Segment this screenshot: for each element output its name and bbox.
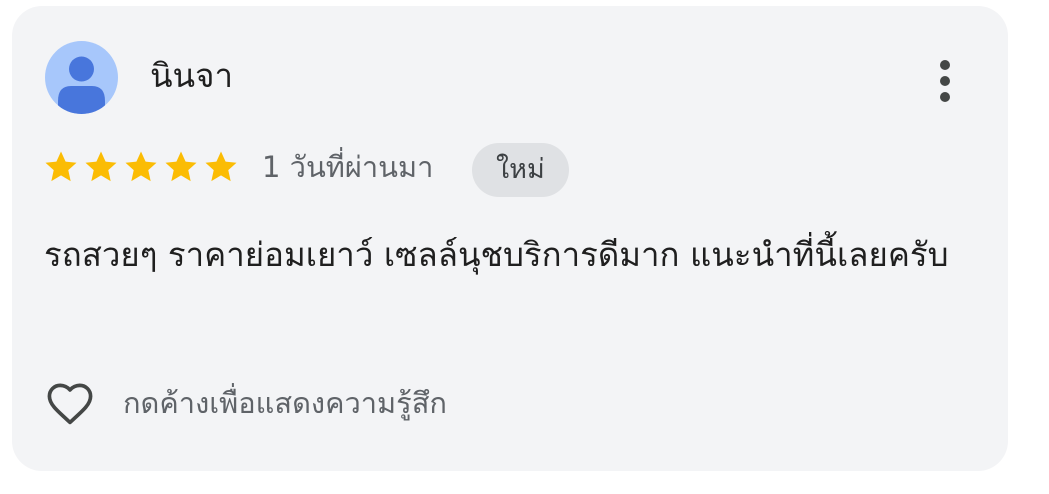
star-icon	[165, 151, 197, 182]
heart-outline-icon	[47, 383, 93, 425]
review-card: นินจา 1 วันที่ผ่านมา ใหม่ รถสวยๆ ราคาย่อ…	[12, 6, 1008, 471]
more-vertical-icon	[940, 60, 950, 102]
review-text: รถสวยๆ ราคาย่อมเยาว์ เซลล์นุชบริการดีมาก…	[44, 235, 949, 274]
star-icon	[205, 151, 237, 182]
star-icon	[45, 151, 77, 182]
review-time: 1 วันที่ผ่านมา	[262, 150, 434, 184]
new-badge: ใหม่	[472, 143, 569, 197]
star-icon	[85, 151, 117, 182]
react-hint[interactable]: กดค้างเพื่อแสดงความรู้สึก	[123, 381, 447, 425]
star-rating	[42, 148, 240, 186]
react-button[interactable]	[44, 378, 96, 430]
avatar[interactable]	[45, 41, 118, 114]
reviewer-name[interactable]: นินจา	[150, 54, 233, 98]
more-options-button[interactable]	[930, 58, 960, 104]
person-avatar-icon	[58, 56, 105, 114]
star-icon	[125, 151, 157, 182]
